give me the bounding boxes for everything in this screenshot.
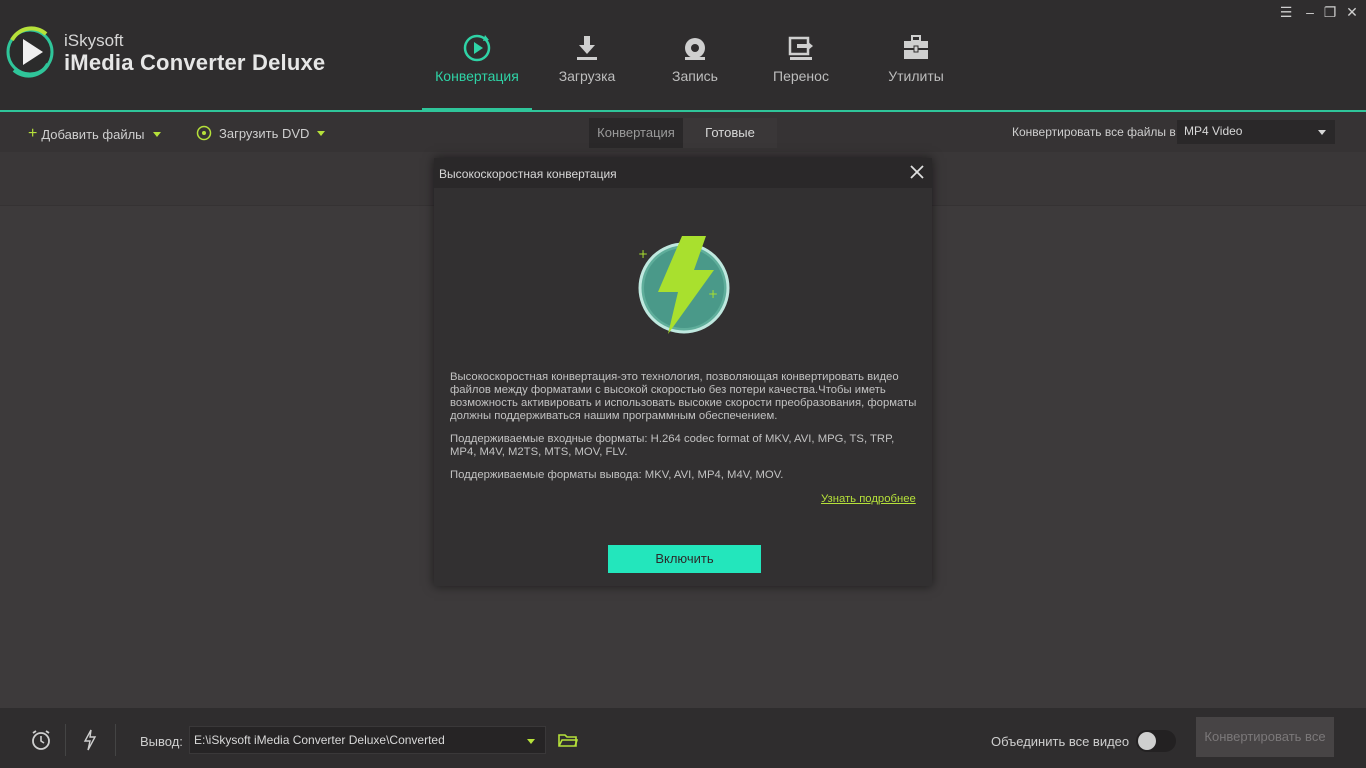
svg-text:+: + <box>708 287 718 301</box>
tab-transfer-label: Перенос <box>773 68 829 84</box>
dialog-input-formats: Поддерживаемые входные форматы: H.264 co… <box>450 433 895 458</box>
close-window-button[interactable]: ✕ <box>1344 4 1360 20</box>
tab-burn[interactable]: Запись <box>642 0 748 110</box>
burn-disc-icon <box>685 38 705 60</box>
tab-toolbox-label: Утилиты <box>888 68 944 84</box>
high-speed-icon[interactable] <box>83 729 97 751</box>
seg-converting[interactable]: Конвертация <box>589 118 683 148</box>
tab-convert-label: Конвертация <box>435 68 519 84</box>
output-format-value: MP4 Video <box>1184 124 1243 138</box>
output-label: Вывод: <box>140 734 183 749</box>
dialog-description: Высокоскоростная конвертация-это техноло… <box>450 371 917 422</box>
chevron-down-icon <box>152 131 161 137</box>
convert-icon <box>463 34 491 62</box>
output-path-value: E:\iSkysoft iMedia Converter Deluxe\Conv… <box>194 733 445 747</box>
close-icon: ✕ <box>1346 4 1358 20</box>
folder-icon[interactable] <box>558 732 578 748</box>
merge-videos-label: Объединить все видео <box>991 734 1130 749</box>
tab-convert[interactable]: Конвертация <box>422 0 532 110</box>
tab-burn-label: Запись <box>672 68 718 84</box>
dialog-output-formats: Поддерживаемые форматы вывода: MKV, AVI,… <box>450 469 784 481</box>
add-files-label: Добавить файлы <box>41 126 145 142</box>
restore-icon: ❐ <box>1323 4 1337 20</box>
high-speed-conversion-dialog: Высокоскоростная конвертация + + Высокос… <box>434 158 932 586</box>
svg-text:+: + <box>638 247 648 261</box>
chevron-down-icon <box>317 130 326 136</box>
enable-button[interactable]: Включить <box>608 545 761 573</box>
chevron-down-icon <box>527 739 535 744</box>
app-header: iSkysoft iMedia Converter Deluxe Конверт… <box>0 0 1366 110</box>
status-segmented-control: Конвертация Готовые <box>589 118 777 148</box>
menu-button[interactable]: ☰ <box>1278 4 1294 20</box>
tab-download-label: Загрузка <box>558 68 616 84</box>
brand-name-small: iSkysoft <box>64 31 124 50</box>
convert-all-to-label: Конвертировать все файлы в <box>1012 125 1176 139</box>
menu-icon: ☰ <box>1279 4 1293 20</box>
minimize-icon: – <box>1306 4 1314 20</box>
load-dvd-button[interactable]: Загрузить DVD <box>196 125 326 141</box>
alarm-clock-icon[interactable] <box>30 729 52 751</box>
seg-done[interactable]: Готовые <box>683 118 777 148</box>
dialog-title: Высокоскоростная конвертация <box>439 167 617 181</box>
toggle-knob <box>1138 732 1156 750</box>
toolbox-icon <box>904 35 928 59</box>
chevron-down-icon <box>1318 130 1326 135</box>
load-dvd-label: Загрузить DVD <box>219 125 310 141</box>
tab-toolbox[interactable]: Утилиты <box>862 0 970 110</box>
convert-all-button[interactable]: Конвертировать все <box>1196 717 1334 757</box>
brand-name-big: iMedia Converter Deluxe <box>64 50 326 75</box>
lightning-bolt-icon: + + <box>638 236 730 334</box>
bottom-divider <box>115 724 116 756</box>
learn-more-link[interactable]: Узнать подробнее <box>821 493 916 505</box>
dialog-header: Высокоскоростная конвертация <box>434 158 932 188</box>
merge-videos-toggle[interactable] <box>1136 730 1176 752</box>
add-files-button[interactable]: + Добавить файлы <box>28 125 161 143</box>
minimize-button[interactable]: – <box>1302 4 1318 20</box>
output-path-select[interactable]: E:\iSkysoft iMedia Converter Deluxe\Conv… <box>189 726 546 754</box>
transfer-icon <box>788 36 813 60</box>
plus-icon: + <box>28 125 38 142</box>
dvd-icon <box>196 125 212 141</box>
tab-download[interactable]: Загрузка <box>532 0 642 110</box>
close-icon[interactable] <box>908 163 926 181</box>
bottom-divider <box>65 724 66 756</box>
restore-button[interactable]: ❐ <box>1322 4 1338 20</box>
download-icon <box>577 36 597 60</box>
output-format-select[interactable]: MP4 Video <box>1177 120 1335 144</box>
tab-transfer[interactable]: Перенос <box>748 0 854 110</box>
app-logo-icon <box>6 26 54 78</box>
